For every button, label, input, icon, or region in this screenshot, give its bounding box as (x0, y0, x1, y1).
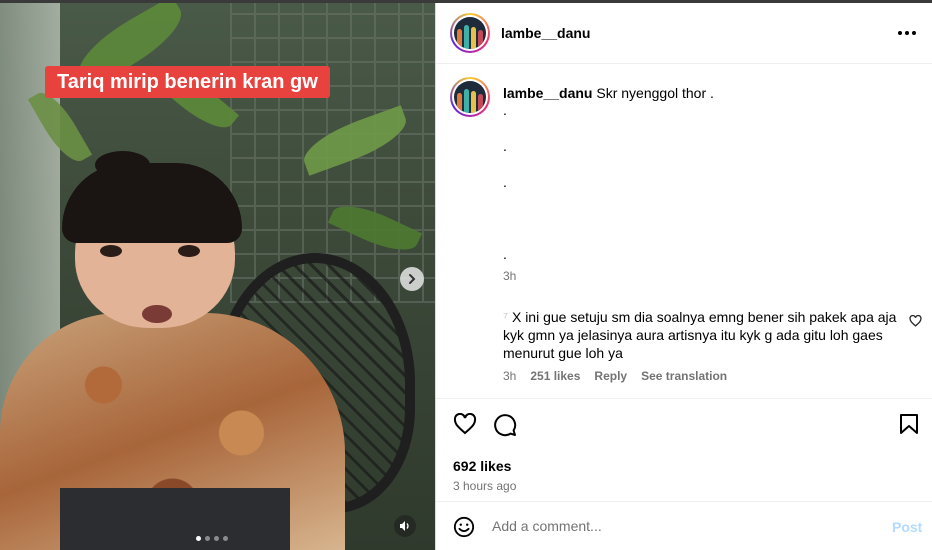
carousel-dot (214, 536, 219, 541)
post-timestamp[interactable]: 3 hours ago (453, 479, 516, 493)
caption-line: . (503, 246, 507, 262)
post-media[interactable]: Tariq mirip benerin kran gw (0, 3, 435, 550)
more-dot (912, 31, 916, 35)
post-actions: 692 likes 3 hours ago (436, 398, 932, 503)
more-dot (905, 31, 909, 35)
comment-like-icon[interactable] (909, 315, 922, 327)
caption-timestamp[interactable]: 3h (503, 269, 516, 283)
comment-bubble-icon[interactable] (493, 413, 517, 437)
person-mouth (142, 305, 172, 323)
carousel-dot (205, 536, 210, 541)
avatar-image (454, 17, 486, 49)
mute-toggle-button[interactable] (394, 515, 416, 537)
emoji-icon[interactable] (453, 516, 475, 538)
carousel-dot (196, 536, 201, 541)
author-avatar[interactable] (450, 13, 490, 53)
chevron-right-icon (409, 274, 416, 284)
avatar-figure (478, 94, 483, 113)
caption-line: . (503, 102, 507, 118)
carousel-dot (223, 536, 228, 541)
comments-section[interactable]: lambe__danu Skr nyenggol thor . . . . . … (436, 65, 932, 398)
person-hair-bun (95, 151, 150, 179)
like-heart-icon[interactable] (453, 413, 477, 435)
person-eye (178, 245, 200, 257)
caption-author-avatar[interactable] (450, 77, 490, 117)
comment-reply-button[interactable]: Reply (594, 369, 627, 383)
caption-avatar-wrap (450, 77, 490, 117)
post-comment-button[interactable]: Post (892, 519, 922, 535)
carousel-indicator (196, 536, 228, 541)
add-comment-input[interactable] (492, 514, 872, 538)
caption-username[interactable]: lambe__danu (503, 85, 592, 101)
video-caption: Tariq mirip benerin kran gw (45, 66, 330, 98)
avatar-figure (471, 27, 476, 49)
comment-item: ⁷ X ini gue setuju sm dia soalnya emng b… (503, 308, 903, 362)
instagram-post-view: Tariq mirip benerin kran gw lambe__danu … (0, 0, 932, 550)
person-pants (60, 488, 290, 550)
carousel-next-button[interactable] (400, 267, 424, 291)
avatar-figure (464, 25, 469, 49)
more-options-button[interactable] (898, 31, 916, 35)
add-comment-bar: Post (436, 501, 932, 550)
likes-count[interactable]: 692 likes (453, 458, 511, 474)
caption-line: . (503, 174, 507, 190)
more-horizontal-icon (898, 31, 902, 35)
person-hair (62, 163, 242, 243)
avatar-figure (471, 91, 476, 113)
comment-likes-count[interactable]: 251 likes (530, 369, 580, 383)
comment-text: X ini gue setuju sm dia soalnya emng ben… (503, 309, 897, 361)
avatar-image (454, 81, 486, 113)
caption-line: . (503, 138, 507, 154)
avatar-figure (457, 29, 462, 49)
save-bookmark-icon[interactable] (899, 413, 919, 435)
post-side-panel: lambe__danu lambe__danu Skr nyenggol tho… (435, 3, 932, 550)
author-username[interactable]: lambe__danu (501, 25, 590, 41)
avatar-figure (457, 93, 462, 113)
comment-timestamp[interactable]: 3h (503, 369, 516, 383)
avatar-ring (452, 15, 488, 51)
caption-text: Skr nyenggol thor . (596, 85, 714, 101)
post-header: lambe__danu (436, 3, 932, 64)
person-eye (100, 245, 122, 257)
comment-meta: 3h 251 likes Reply See translation (503, 369, 727, 383)
post-caption: lambe__danu Skr nyenggol thor . (503, 84, 714, 102)
see-translation-button[interactable]: See translation (641, 369, 727, 383)
avatar-ring (452, 79, 488, 115)
comment-mention[interactable]: ⁷ (503, 309, 508, 325)
speaker-icon (400, 521, 409, 531)
avatar-figure (478, 30, 483, 49)
avatar-figure (464, 89, 469, 113)
